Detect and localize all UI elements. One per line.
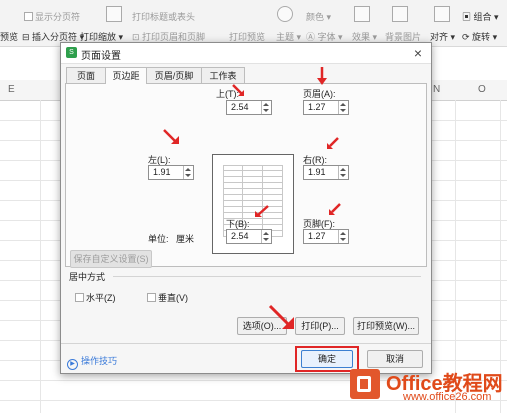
header-margin-spinner[interactable]: 1.27: [303, 100, 349, 115]
annotation-arrow-icon: [317, 67, 327, 85]
font-label: 字体: [317, 32, 336, 42]
right-margin-spinner[interactable]: 1.91: [303, 165, 349, 180]
center-on-page-title: 居中方式: [69, 272, 106, 282]
print-preview-button[interactable]: 打印预览(W)...: [353, 317, 419, 335]
close-icon[interactable]: ×: [409, 44, 427, 62]
theme-palette-icon: [277, 6, 293, 22]
header-margin-label: 页眉(A):: [303, 89, 336, 99]
left-margin-value: 1.91: [153, 167, 171, 177]
annotation-arrow-icon: [329, 203, 341, 215]
show-page-break-option[interactable]: 显示分页符: [24, 10, 80, 23]
group-button[interactable]: ▣ 组合 ▾: [462, 10, 499, 23]
ok-button[interactable]: 确定: [301, 350, 353, 368]
cancel-button[interactable]: 取消: [367, 350, 423, 368]
separator: [61, 343, 431, 344]
horizontal-center-label: 水平(Z): [86, 293, 116, 303]
print-titles-label: 打印标题或表头: [132, 12, 196, 22]
tab-margins[interactable]: 页边距: [105, 67, 147, 84]
checkbox-icon[interactable]: [75, 293, 84, 302]
color-button[interactable]: 颜色 ▾: [306, 10, 331, 23]
separator: [113, 276, 421, 277]
print-scale-icon: [106, 6, 122, 22]
vertical-center-label: 垂直(V): [158, 293, 188, 303]
rotate-button[interactable]: ⟳ 旋转 ▾: [462, 30, 497, 43]
effect-icon: [354, 6, 370, 22]
print-preview-toolbar-label: 打印预览: [229, 32, 266, 42]
checkbox-icon[interactable]: [147, 293, 156, 302]
save-custom-settings-button[interactable]: 保存自定义设置(S): [70, 250, 152, 268]
bottom-margin-value: 2.54: [231, 231, 249, 241]
print-header-footer-label: 打印页眉和页脚: [142, 32, 206, 42]
align-icon: [434, 6, 450, 22]
color-label: 颜色: [306, 12, 325, 22]
annotation-arrow-icon: [327, 137, 339, 149]
bottom-margin-spinner[interactable]: 2.54: [226, 229, 272, 244]
column-header-n[interactable]: N: [433, 84, 440, 95]
app-logo-icon: S: [66, 47, 77, 58]
checkbox-icon: [24, 12, 33, 21]
top-margin-value: 2.54: [231, 102, 249, 112]
vertical-center-option[interactable]: 垂直(V): [147, 291, 188, 304]
column-header-o[interactable]: O: [478, 84, 486, 95]
grid-column-line: [40, 100, 41, 413]
show-page-break-label: 显示分页符: [35, 12, 81, 22]
print-button[interactable]: 打印(P)...: [295, 317, 345, 335]
preview-button[interactable]: 预览: [0, 30, 18, 43]
annotation-arrow-icon: [255, 205, 269, 217]
play-icon: ▶: [67, 359, 78, 370]
spinner-arrows-icon[interactable]: [261, 230, 271, 243]
page-setup-dialog: S 页面设置 × 页面 页边距 页眉/页脚 工作表 上(T): 2.54 页眉(…: [60, 42, 432, 374]
tips-link[interactable]: ▶ 操作技巧: [67, 354, 117, 370]
tab-page[interactable]: 页面: [66, 67, 106, 83]
tab-header-footer[interactable]: 页眉/页脚: [146, 67, 202, 83]
footer-margin-spinner[interactable]: 1.27: [303, 229, 349, 244]
group-label: 组合: [473, 12, 492, 22]
print-scale-label: 打印缩放: [80, 32, 117, 42]
spinner-arrows-icon[interactable]: [338, 101, 348, 114]
annotation-arrow-icon: [268, 304, 294, 329]
align-label: 对齐: [430, 32, 449, 42]
tips-label: 操作技巧: [81, 356, 118, 366]
left-margin-spinner[interactable]: 1.91: [148, 165, 194, 180]
watermark-subtitle: www.office26.com: [403, 391, 492, 403]
top-margin-spinner[interactable]: 2.54: [226, 100, 272, 115]
column-header-e[interactable]: E: [8, 84, 15, 95]
right-margin-value: 1.91: [308, 167, 326, 177]
background-image-icon: [392, 6, 408, 22]
spinner-arrows-icon[interactable]: [183, 166, 193, 179]
background-image-label: 背景图片: [385, 32, 422, 42]
effect-label: 效果: [352, 32, 371, 42]
unit-value: 厘米: [176, 234, 195, 244]
align-button[interactable]: 对齐 ▾: [430, 30, 455, 43]
ribbon-toolbar: 显示分页符 打印标题或表头 颜色 ▾ ▣ 组合 ▾ 预览 ⊟ 插入分页符 ▾ 打…: [0, 0, 507, 47]
office-logo-icon: [350, 369, 380, 399]
annotation-arrow-icon: [163, 129, 179, 144]
tab-sheet[interactable]: 工作表: [201, 67, 245, 83]
dialog-titlebar[interactable]: S 页面设置 ×: [61, 43, 431, 64]
preview-label: 预览: [0, 32, 19, 42]
header-margin-value: 1.27: [308, 102, 326, 112]
theme-label: 主题: [276, 32, 295, 42]
insert-page-break-label: 插入分页符: [32, 32, 78, 42]
horizontal-center-option[interactable]: 水平(Z): [75, 291, 116, 304]
footer-margin-value: 1.27: [308, 231, 326, 241]
spinner-arrows-icon[interactable]: [338, 166, 348, 179]
dialog-title: 页面设置: [81, 51, 121, 62]
print-titles-button[interactable]: 打印标题或表头: [132, 10, 195, 23]
unit-label: 单位:: [148, 234, 169, 244]
spinner-arrows-icon[interactable]: [261, 101, 271, 114]
rotate-label: 旋转: [472, 32, 491, 42]
margins-panel: 上(T): 2.54 页眉(A): 1.27 左(L): 1.91 右(R): …: [65, 67, 427, 268]
annotation-arrow-icon: [232, 84, 244, 96]
spinner-arrows-icon[interactable]: [338, 230, 348, 243]
